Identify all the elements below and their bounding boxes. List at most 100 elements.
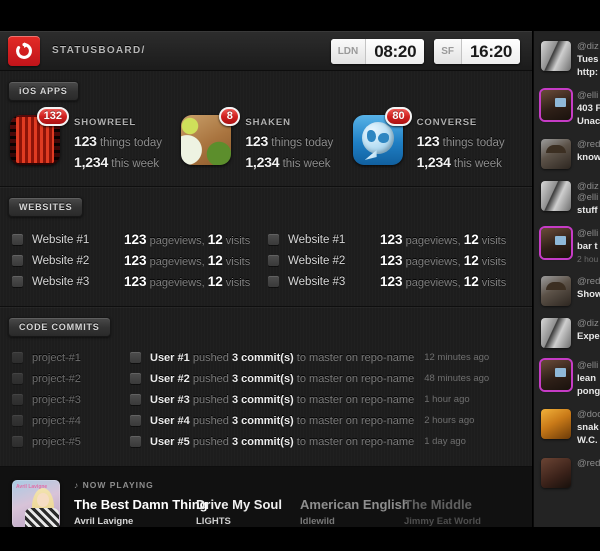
shaken-app-icon[interactable]: 8 [181, 107, 241, 165]
list-item[interactable]: @red [534, 452, 600, 494]
avatar[interactable] [541, 318, 571, 348]
list-item[interactable]: Website #3 123 pageviews, 12 visits [268, 271, 524, 292]
table-row[interactable]: User #5 pushed 3 commit(s) to master on … [130, 431, 524, 452]
section-label-code-commits[interactable]: CODE COMMITS [8, 317, 111, 337]
tweet-handle[interactable]: @red [577, 276, 600, 287]
checkbox-icon[interactable] [12, 373, 23, 384]
list-item[interactable]: @diz @elli stuff [534, 175, 600, 222]
list-item[interactable]: @elli 403 F Unac [534, 84, 600, 133]
tweet-handle[interactable]: @elli [577, 90, 600, 101]
avatar[interactable] [541, 276, 571, 306]
list-item[interactable]: Website #2 123 pageviews, 12 visits [12, 250, 268, 271]
converse-app-icon[interactable]: 80 [352, 107, 412, 165]
table-row[interactable]: User #2 pushed 3 commit(s) to master on … [130, 368, 524, 389]
avatar[interactable] [541, 409, 571, 439]
tweet-handle[interactable]: @doc [577, 409, 600, 420]
refresh-circle-icon[interactable] [8, 36, 40, 66]
checkbox-icon[interactable] [12, 394, 23, 405]
tweet-handle[interactable]: @red [577, 139, 600, 150]
checkbox-icon[interactable] [12, 415, 23, 426]
checkbox-icon[interactable] [130, 415, 141, 426]
list-item[interactable]: @red know [534, 133, 600, 175]
checkbox-icon[interactable] [268, 276, 279, 287]
list-item[interactable]: @elli lean pong [534, 354, 600, 403]
tweet-handle[interactable]: @diz [577, 41, 600, 52]
album-art[interactable]: Avril Lavigne [12, 480, 60, 527]
list-item[interactable]: Website #2 123 pageviews, 12 visits [268, 250, 524, 271]
avatar[interactable] [541, 139, 571, 169]
top-letterbox [0, 0, 600, 31]
tweet-text-line: Expe [577, 331, 600, 342]
page-title: STATUSBOARD/ [52, 45, 146, 56]
checkbox-icon[interactable] [130, 436, 141, 447]
list-item[interactable]: Website #3 123 pageviews, 12 visits [12, 271, 268, 292]
list-item[interactable]: project-#1 [12, 347, 130, 368]
list-item[interactable]: @red Show [534, 270, 600, 312]
checkbox-icon[interactable] [268, 255, 279, 266]
commit-repo: on repo-name [345, 351, 415, 364]
avatar[interactable] [541, 90, 571, 120]
visits-label: visits [481, 256, 507, 268]
clock-city-label: SF [434, 39, 463, 64]
track-item[interactable]: American English Idlewild The Remote Par… [300, 497, 410, 527]
list-item[interactable]: Website #1 123 pageviews, 12 visits [12, 229, 268, 250]
pageviews-label: pageviews, [149, 235, 205, 247]
section-label-websites[interactable]: WEBSITES [8, 197, 84, 217]
avatar[interactable] [541, 228, 571, 258]
twitter-sidebar[interactable]: @diz Tues http: @elli 403 F Unac @red kn… [533, 31, 600, 527]
commit-timestamp: 1 day ago [424, 436, 466, 447]
tweet-handle[interactable]: @red [577, 458, 600, 469]
commit-user: User #3 [150, 393, 190, 406]
track-item[interactable]: Drive My Soul LIGHTS The Listening [196, 497, 300, 527]
checkbox-icon[interactable] [12, 352, 23, 363]
list-item[interactable]: project-#5 [12, 431, 130, 452]
tweet-text-line: 403 F [577, 103, 600, 114]
table-row[interactable]: User #4 pushed 3 commit(s) to master on … [130, 410, 524, 431]
table-row[interactable]: User #1 pushed 3 commit(s) to master on … [130, 347, 524, 368]
tweet-handle[interactable]: @elli [577, 228, 600, 239]
track-title: The Best Damn Thing [74, 497, 208, 512]
list-item[interactable]: project-#4 [12, 410, 130, 431]
list-item[interactable]: @elli bar t 2 hou [534, 222, 600, 270]
showreel-app-icon[interactable]: 132 [10, 107, 69, 165]
tweet-handle[interactable]: @diz [577, 318, 600, 329]
list-item[interactable]: @doc snak W.C. [534, 403, 600, 452]
checkbox-icon[interactable] [12, 436, 23, 447]
avatar[interactable] [541, 181, 571, 211]
section-websites: WEBSITES Website #1 123 pageviews, 12 vi… [0, 187, 532, 306]
tweet-handle[interactable]: @diz [577, 181, 600, 192]
tweet-text-line: bar t [577, 241, 598, 252]
checkbox-icon[interactable] [130, 373, 141, 384]
list-item[interactable]: @diz Tues http: [534, 35, 600, 84]
checkbox-icon[interactable] [12, 276, 23, 287]
table-row[interactable]: User #3 pushed 3 commit(s) to master on … [130, 389, 524, 410]
checkbox-icon[interactable] [12, 255, 23, 266]
track-item[interactable]: The Best Damn Thing Avril Lavigne The Be… [74, 497, 208, 527]
pageviews-label: pageviews, [405, 256, 461, 268]
tweet-handle[interactable]: @elli [577, 360, 600, 371]
checkbox-icon[interactable] [268, 234, 279, 245]
avatar[interactable] [541, 360, 571, 390]
avatar[interactable] [541, 458, 571, 488]
section-label-ios-apps[interactable]: iOS APPS [8, 81, 79, 101]
list-item[interactable]: project-#2 [12, 368, 130, 389]
list-item[interactable]: project-#3 [12, 389, 130, 410]
ios-apps-list: 132 SHOWREEL 123 things today 1,234 this… [0, 101, 532, 186]
project-name: project-#2 [32, 372, 81, 385]
checkbox-icon[interactable] [130, 394, 141, 405]
avatar[interactable] [541, 41, 571, 71]
clock-ldn[interactable]: LDN 08:20 [330, 39, 425, 64]
list-item[interactable]: Website #1 123 pageviews, 12 visits [268, 229, 524, 250]
checkbox-icon[interactable] [130, 352, 141, 363]
checkbox-icon[interactable] [12, 234, 23, 245]
tweet-mention[interactable]: @elli [577, 192, 600, 203]
ios-app-item[interactable]: 132 SHOWREEL 123 things today 1,234 this… [10, 107, 181, 170]
clock-sf[interactable]: SF 16:20 [434, 39, 520, 64]
ios-app-item[interactable]: 8 SHAKEN 123 things today 1,234 this wee… [181, 107, 352, 170]
ios-app-week: 1,234 this week [74, 154, 162, 170]
ios-app-item[interactable]: 80 CONVERSE 123 things today 1,234 this … [352, 107, 524, 170]
list-item[interactable]: @diz Expe [534, 312, 600, 354]
track-item[interactable]: The Middle Jimmy Eat World Bleed America… [404, 497, 508, 527]
ios-app-name: CONVERSE [416, 117, 478, 128]
ios-app-today: 123 things today [245, 133, 333, 149]
